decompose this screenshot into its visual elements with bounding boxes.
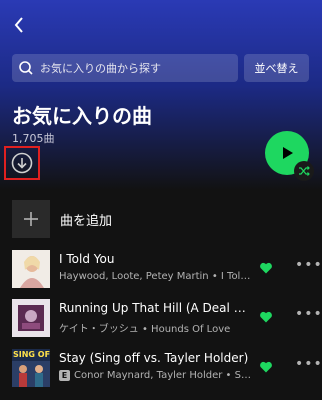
more-options-icon[interactable]: ••• xyxy=(295,307,322,323)
shuffle-button[interactable] xyxy=(294,161,314,181)
play-icon xyxy=(283,147,293,159)
album-cover xyxy=(12,250,50,288)
download-highlight xyxy=(4,146,40,180)
heart-icon[interactable] xyxy=(259,310,273,324)
more-options-icon[interactable]: ••• xyxy=(295,357,322,373)
heart-icon[interactable] xyxy=(259,261,273,275)
track-meta: Haywood, Loote, Petey Martin • I Told... xyxy=(59,271,254,282)
track-row[interactable]: I Told You Haywood, Loote, Petey Martin … xyxy=(12,250,322,290)
chevron-left-icon xyxy=(14,17,23,33)
explicit-badge: E xyxy=(59,370,70,381)
track-title: Running Up That Hill (A Deal Wi... xyxy=(59,301,254,315)
plus-icon xyxy=(24,212,38,226)
page-title: お気に入りの曲 xyxy=(12,104,152,128)
track-meta: E Conor Maynard, Tayler Holder • Stay... xyxy=(59,370,254,381)
search-placeholder: お気に入りの曲から探す xyxy=(40,62,161,75)
download-icon[interactable] xyxy=(11,152,33,174)
back-button[interactable] xyxy=(8,12,30,38)
track-row[interactable]: SING OFF Stay (Sing off vs. Tayler Holde… xyxy=(12,349,322,389)
plus-icon-box xyxy=(12,200,50,238)
search-input[interactable]: お気に入りの曲から探す xyxy=(12,54,238,82)
more-options-icon[interactable]: ••• xyxy=(295,258,322,274)
heart-icon[interactable] xyxy=(259,360,273,374)
track-title: Stay (Sing off vs. Tayler Holder) xyxy=(59,351,249,365)
track-artists: Haywood, Loote, Petey Martin • I Told... xyxy=(59,271,254,282)
add-song-button[interactable]: 曲を追加 xyxy=(12,200,112,238)
track-title: I Told You xyxy=(59,252,115,266)
search-icon xyxy=(18,60,34,76)
track-artists: Conor Maynard, Tayler Holder • Stay... xyxy=(74,370,254,381)
sort-button[interactable]: 並べ替え xyxy=(244,54,309,82)
album-cover xyxy=(12,299,50,337)
track-row[interactable]: Running Up That Hill (A Deal Wi... ケイト・ブ… xyxy=(12,299,322,339)
song-count: 1,705曲 xyxy=(12,132,55,145)
track-meta: ケイト・ブッシュ • Hounds Of Love xyxy=(59,320,254,335)
add-song-label: 曲を追加 xyxy=(60,213,113,229)
track-artists: ケイト・ブッシュ • Hounds Of Love xyxy=(59,324,231,335)
album-cover: SING OFF xyxy=(12,349,50,387)
shuffle-icon xyxy=(299,166,310,176)
